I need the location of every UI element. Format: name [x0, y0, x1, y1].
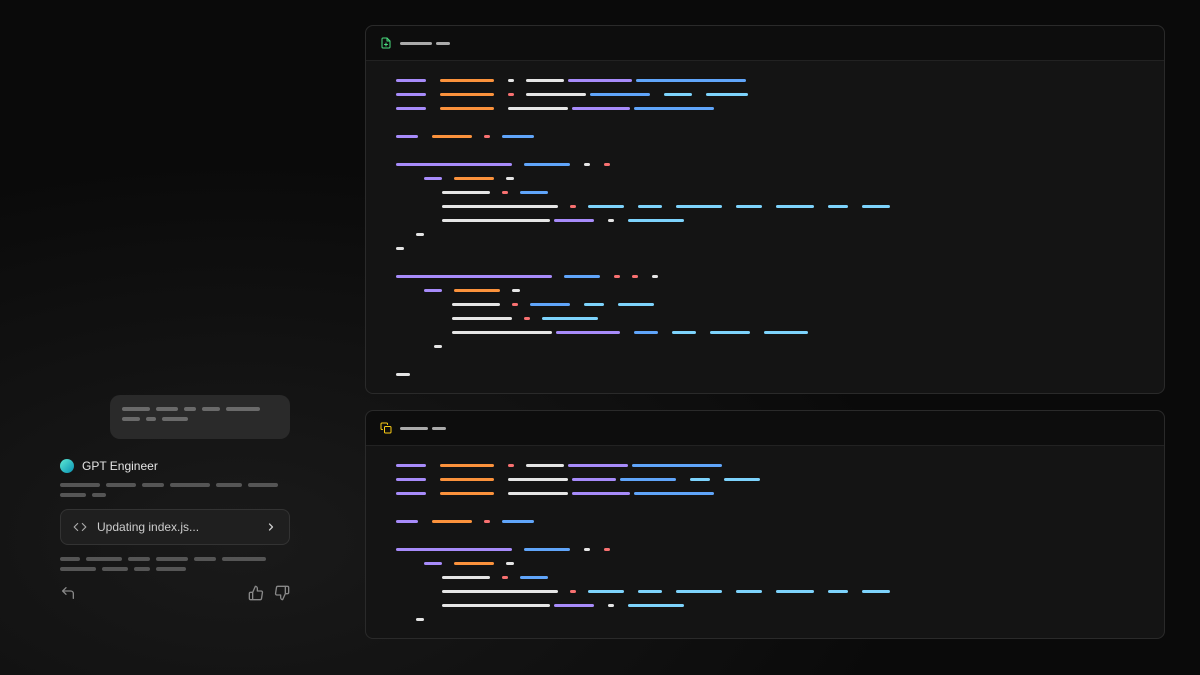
code-panel [365, 25, 1165, 655]
thumbs-up-button[interactable] [248, 585, 264, 601]
code-body-2 [366, 446, 1164, 638]
code-header-2 [366, 411, 1164, 446]
user-message [110, 395, 290, 439]
code-header-1 [366, 26, 1164, 61]
code-body-1 [366, 61, 1164, 393]
assistant-avatar-icon [60, 459, 74, 473]
file-edit-icon [380, 421, 392, 435]
code-block-2 [365, 410, 1165, 639]
undo-button[interactable] [60, 585, 76, 601]
action-card-updating-file[interactable]: Updating index.js... [60, 509, 290, 545]
assistant-message [60, 483, 290, 497]
chevron-right-icon [265, 521, 277, 533]
message-actions [60, 585, 290, 601]
assistant-message-continued [60, 557, 290, 571]
thumbs-down-button[interactable] [274, 585, 290, 601]
action-card-label: Updating index.js... [97, 520, 255, 534]
assistant-header: GPT Engineer [60, 459, 290, 473]
assistant-name: GPT Engineer [82, 459, 158, 473]
chat-panel: GPT Engineer Updating index.js... [60, 395, 290, 601]
file-plus-icon [380, 36, 392, 50]
code-icon [73, 520, 87, 534]
code-block-1 [365, 25, 1165, 394]
